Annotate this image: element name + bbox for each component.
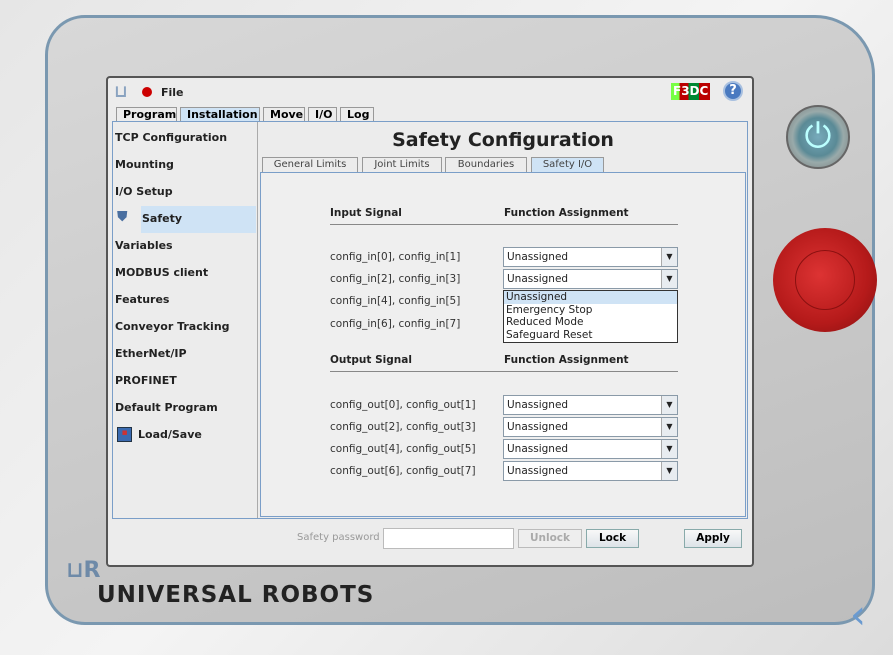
chevron-down-icon[interactable]: ▼ <box>661 396 677 414</box>
lock-button[interactable]: Lock <box>586 529 639 548</box>
dropdown-value: Unassigned <box>507 399 569 411</box>
output-signal-label: config_out[6], config_out[7] <box>330 465 476 477</box>
tab-log[interactable]: Log <box>340 107 374 121</box>
tab-boundaries[interactable]: Boundaries <box>445 157 527 172</box>
ur-logo-icon: ⊔R <box>66 558 101 583</box>
dropdown-value: Unassigned <box>507 273 569 285</box>
sidebar-item-io-setup[interactable]: I/O Setup <box>115 185 173 198</box>
sidebar-item-variables[interactable]: Variables <box>115 239 173 252</box>
input-signal-label: config_in[6], config_in[7] <box>330 318 461 330</box>
dropdown-value: Unassigned <box>507 465 569 477</box>
safety-password-input[interactable] <box>383 528 514 549</box>
input-function-dropdown[interactable]: Unassigned ▼ <box>503 269 678 289</box>
output-function-header: Function Assignment <box>504 354 629 366</box>
chevron-down-icon[interactable]: ▼ <box>661 462 677 480</box>
brand-logo: UNIVERSAL ROBOTS <box>97 582 375 608</box>
tab-io[interactable]: I/O <box>308 107 337 121</box>
divider <box>330 371 678 372</box>
output-signal-header: Output Signal <box>330 354 412 366</box>
sidebar-item-tcp[interactable]: TCP Configuration <box>115 131 227 144</box>
tab-installation[interactable]: Installation <box>180 107 260 121</box>
dropdown-value: Unassigned <box>507 443 569 455</box>
chevron-down-icon[interactable]: ▼ <box>661 248 677 266</box>
dropdown-value: Unassigned <box>507 251 569 263</box>
power-icon: ⏻ <box>804 116 832 156</box>
sidebar-item-ethernet-ip[interactable]: EtherNet/IP <box>115 347 187 360</box>
output-signal-label: config_out[4], config_out[5] <box>330 443 476 455</box>
status-badge: F3DC <box>671 83 711 100</box>
sidebar-item-features[interactable]: Features <box>115 293 169 306</box>
dropdown-value: Unassigned <box>507 421 569 433</box>
floppy-icon: ▪ <box>117 427 132 442</box>
tab-program[interactable]: Program <box>116 107 177 121</box>
tab-joint-limits[interactable]: Joint Limits <box>362 157 442 172</box>
chevron-down-icon[interactable]: ▼ <box>661 270 677 288</box>
page-title: Safety Configuration <box>392 129 614 151</box>
input-function-dropdown[interactable]: Unassigned ▼ <box>503 247 678 267</box>
shield-icon: ⛊ <box>117 209 128 225</box>
status-dot-icon <box>142 87 152 97</box>
unlock-button[interactable]: Unlock <box>518 529 582 548</box>
dropdown-option-reduced-mode[interactable]: Reduced Mode <box>504 316 677 329</box>
output-function-dropdown[interactable]: Unassigned ▼ <box>503 395 678 415</box>
input-function-header: Function Assignment <box>504 207 629 219</box>
chevron-down-icon[interactable]: ▼ <box>661 440 677 458</box>
password-label: Safety password <box>297 532 380 543</box>
sidebar-item-modbus[interactable]: MODBUS client <box>115 266 208 279</box>
input-signal-label: config_in[4], config_in[5] <box>330 295 461 307</box>
input-signal-header: Input Signal <box>330 207 402 219</box>
output-function-dropdown[interactable]: Unassigned ▼ <box>503 417 678 437</box>
output-signal-label: config_out[0], config_out[1] <box>330 399 476 411</box>
output-function-dropdown[interactable]: Unassigned ▼ <box>503 461 678 481</box>
output-signal-label: config_out[2], config_out[3] <box>330 421 476 433</box>
sidebar-item-profinet[interactable]: PROFINET <box>115 374 177 387</box>
dropdown-option-unassigned[interactable]: Unassigned <box>504 291 677 304</box>
divider <box>330 224 678 225</box>
dropdown-list: Unassigned Emergency Stop Reduced Mode S… <box>503 290 678 343</box>
apply-button[interactable]: Apply <box>684 529 742 548</box>
sidebar-item-safety[interactable]: Safety <box>142 212 182 225</box>
file-menu[interactable]: File <box>161 86 184 99</box>
input-signal-label: config_in[0], config_in[1] <box>330 251 461 263</box>
tab-move[interactable]: Move <box>263 107 305 121</box>
emergency-stop-button[interactable] <box>773 228 877 332</box>
help-icon[interactable]: ? <box>723 81 743 101</box>
chevron-left-icon[interactable]: ‹ <box>850 592 866 638</box>
ur-app-icon: ⊔ <box>114 82 128 102</box>
dropdown-option-safeguard-reset[interactable]: Safeguard Reset <box>504 329 677 342</box>
tab-safety-io[interactable]: Safety I/O <box>531 157 604 172</box>
chevron-down-icon[interactable]: ▼ <box>661 418 677 436</box>
output-function-dropdown[interactable]: Unassigned ▼ <box>503 439 678 459</box>
sidebar-divider <box>257 122 258 518</box>
sidebar-item-load-save[interactable]: Load/Save <box>138 428 202 441</box>
power-button[interactable]: ⏻ <box>786 105 850 169</box>
tab-general-limits[interactable]: General Limits <box>262 157 358 172</box>
sidebar-item-conveyor[interactable]: Conveyor Tracking <box>115 320 230 333</box>
input-signal-label: config_in[2], config_in[3] <box>330 273 461 285</box>
sidebar-item-mounting[interactable]: Mounting <box>115 158 174 171</box>
sidebar-item-default-program[interactable]: Default Program <box>115 401 218 414</box>
dropdown-option-emergency-stop[interactable]: Emergency Stop <box>504 304 677 317</box>
